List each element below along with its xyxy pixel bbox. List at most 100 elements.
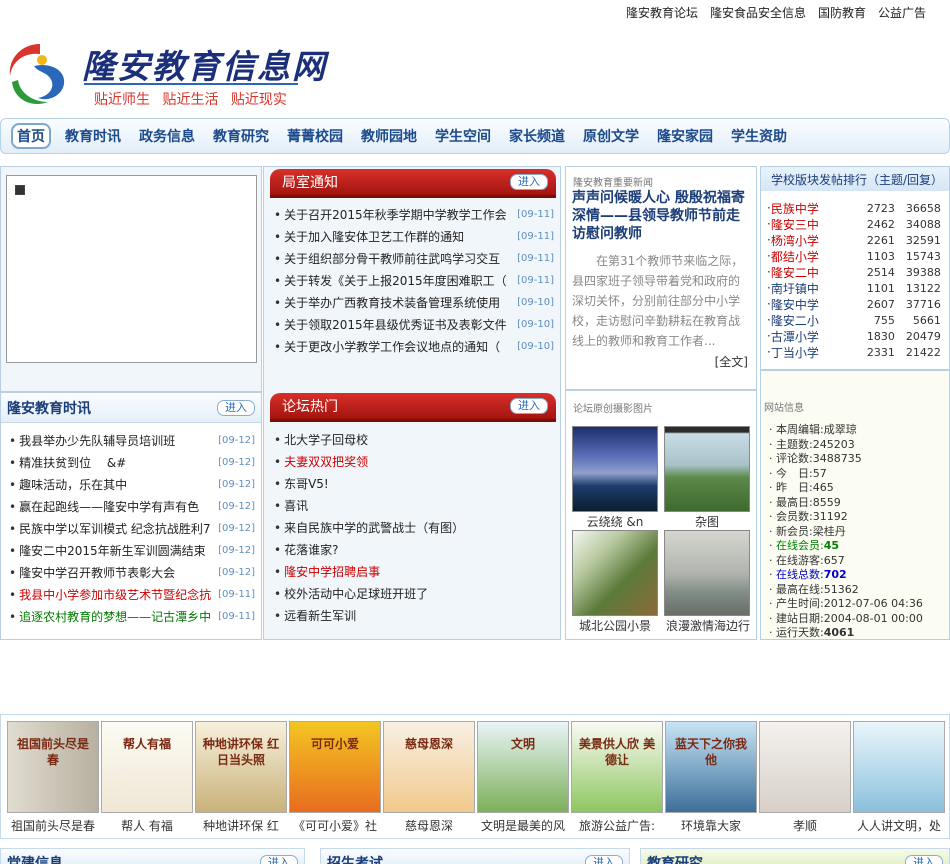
ranking-school-link[interactable]: 杨湾小学 (771, 232, 851, 249)
nav-item-1[interactable]: 教育时讯 (65, 126, 121, 146)
photo-1-caption[interactable]: 云绕绕 &n (572, 513, 658, 530)
gallery-image-5[interactable]: 文明 (477, 721, 569, 813)
top-link[interactable]: 国防教育 (818, 4, 866, 21)
nav-item-4[interactable]: 菁菁校园 (287, 126, 343, 146)
top-link[interactable]: 隆安食品安全信息 (710, 4, 806, 21)
photo-2[interactable] (664, 426, 750, 512)
news_time-item-link[interactable]: 我县举办少先队辅导员培训班 (9, 432, 175, 449)
forum-item-link[interactable]: 夫妻双双把奖领 (274, 453, 368, 470)
notice-item-link[interactable]: 关于领取2015年县级优秀证书及表彰文件 (274, 316, 507, 333)
news_time-item-link[interactable]: 趣味活动，乐在其中 (9, 476, 127, 493)
headline-body: 在第31个教师节来临之际，县四家班子领导带着党和政府的深切关怀，分别前往部分中小… (572, 254, 744, 348)
nav-item-2[interactable]: 政务信息 (139, 126, 195, 146)
ranking-school-link[interactable]: 隆安三中 (771, 216, 851, 233)
top-link[interactable]: 公益广告 (878, 4, 926, 21)
photo-1[interactable] (572, 426, 658, 512)
gallery-image-1[interactable]: 帮人有福 (101, 721, 193, 813)
gallery-image-2[interactable]: 种地讲环保 红日当头照 (195, 721, 287, 813)
gallery-caption-0[interactable]: 祖国前头尽是春 (5, 817, 101, 834)
forum-item-link[interactable]: 花落谁家? (274, 541, 338, 558)
bottom-research-enter-button[interactable]: 进入 (905, 855, 943, 864)
news_time-item-link[interactable]: 追逐农村教育的梦想——记古潭乡中 (9, 608, 211, 625)
gallery-image-9[interactable] (853, 721, 945, 813)
forum-item-link[interactable]: 北大学子回母校 (274, 431, 368, 448)
ranking-row: · 隆安三中 2462 34088 (767, 216, 941, 232)
gallery-caption-8[interactable]: 孝顺 (757, 817, 853, 834)
photo-4[interactable] (664, 530, 750, 616)
ranking-school-link[interactable]: 隆安二中 (771, 264, 851, 281)
gallery-caption-5[interactable]: 文明是最美的风 (475, 817, 571, 834)
nav-item-6[interactable]: 学生空间 (435, 126, 491, 146)
forum-item: 远看新生军训 (274, 604, 554, 626)
news_time-item-link[interactable]: 隆安中学召开教师节表彰大会 (9, 564, 175, 581)
notice-item-link[interactable]: 关于召开2015年秋季学期中学教学工作会 (274, 206, 507, 223)
nav-item-9[interactable]: 隆安家园 (657, 126, 713, 146)
gallery-strip: 祖国前头尽是春 祖国前头尽是春 帮人有福 帮人 有福 种地讲环保 红日当头照 种地讲环保 … (0, 714, 950, 839)
ranking-school-link[interactable]: 古潭小学 (771, 328, 851, 345)
forum-item-link[interactable]: 东哥V5! (274, 475, 329, 492)
ranking-replies: 5661 (912, 313, 941, 327)
site-info-text: 评论数:3488735 (776, 452, 862, 465)
news_time-item-link[interactable]: 赢在起跑线——隆安中学有声有色 (9, 498, 199, 515)
gallery-caption-9[interactable]: 人人讲文明，处 (851, 817, 947, 834)
forum-item-link[interactable]: 校外活动中心足球班开班了 (274, 585, 428, 602)
news_time-item-link[interactable]: 我县中小学参加市级艺术节暨纪念抗 (9, 586, 211, 603)
forum-item-link[interactable]: 远看新生军训 (274, 607, 356, 624)
headline-more-link[interactable]: [全文] (715, 353, 748, 370)
gallery-image-7[interactable]: 蓝天下之你我他 (665, 721, 757, 813)
news-time-enter-button[interactable]: 进入 (217, 399, 255, 416)
nav-item-3[interactable]: 教育研究 (213, 126, 269, 146)
ranking-replies: 36658 (905, 201, 941, 215)
notice-item-link[interactable]: 关于举办广西教育技术装备管理系统使用 (274, 294, 500, 311)
gallery-caption-4[interactable]: 慈母恩深 (381, 817, 477, 834)
photo-2-caption[interactable]: 杂图 (664, 513, 750, 530)
notice-item-link[interactable]: 关于组织部分骨干教师前往武鸣学习交互 (274, 250, 500, 267)
ranking-school-link[interactable]: 隆安二小 (771, 312, 851, 329)
photo-3[interactable] (572, 530, 658, 616)
gallery-caption-1[interactable]: 帮人 有福 (99, 817, 195, 834)
gallery-image-6[interactable]: 美景供人欣 美德让 (571, 721, 663, 813)
bottom-exam-enter-button[interactable]: 进入 (585, 855, 623, 864)
gallery-caption-3[interactable]: 《可可小爱》社 (287, 817, 383, 834)
photos-label: 论坛原创摄影图片 (573, 404, 653, 415)
gallery-image-0[interactable]: 祖国前头尽是春 (7, 721, 99, 813)
ranking-school-link[interactable]: 隆安中学 (771, 296, 851, 313)
news_time-item-link[interactable]: 民族中学以军训模式 纪念抗战胜利7 (9, 520, 210, 537)
site-info-text: 在线游客:657 (776, 553, 845, 567)
gallery-caption-2[interactable]: 种地讲环保 红 (193, 817, 289, 834)
top-link[interactable]: 隆安教育论坛 (626, 4, 698, 21)
notice-item-link[interactable]: 关于加入隆安体卫艺工作群的通知 (274, 228, 464, 245)
nav-item-7[interactable]: 家长频道 (509, 126, 565, 146)
gallery-caption-7[interactable]: 环境靠大家 (663, 817, 759, 834)
photo-3-caption[interactable]: 城北公园小景 (572, 617, 658, 634)
ranking-school-link[interactable]: 民族中学 (771, 200, 851, 217)
notice-item-link[interactable]: 关于转发《关于上报2015年度困难职工（ (274, 272, 507, 289)
gallery-image-8[interactable] (759, 721, 851, 813)
news_time-item-link[interactable]: 隆安二中2015年新生军训圆满结束 (9, 542, 206, 559)
photo-4-caption[interactable]: 浪漫激情海边行 (660, 617, 756, 634)
forum-item-link[interactable]: 隆安中学招聘启事 (274, 563, 380, 580)
site-info-text: 主题数:245203 (776, 437, 855, 451)
gallery-image-3[interactable]: 可可小爱 (289, 721, 381, 813)
notice-item-link[interactable]: 关于更改小学教学工作会议地点的通知（ (274, 338, 500, 355)
nav-item-8[interactable]: 原创文学 (583, 126, 639, 146)
notice-enter-button[interactable]: 进入 (510, 174, 548, 190)
headline-title[interactable]: 声声问候暖人心 殷殷祝福寄深情——县领导教师节前走访慰问教师 (572, 189, 752, 243)
ranking-school-link[interactable]: 丁当小学 (771, 344, 851, 361)
gallery-image-4[interactable]: 慈母恩深 (383, 721, 475, 813)
forum-item-link[interactable]: 喜讯 (274, 497, 308, 514)
nav-item-5[interactable]: 教师园地 (361, 126, 417, 146)
ranking-school-link[interactable]: 南圩镇中 (771, 280, 851, 297)
ranking-school-link[interactable]: 都结小学 (771, 248, 851, 265)
gallery-caption-6[interactable]: 旅游公益广告: (569, 817, 665, 834)
nav-item-0[interactable]: 首页 (11, 123, 51, 149)
bottom-party-enter-button[interactable]: 进入 (260, 855, 298, 864)
forum-header: 论坛热门 进入 (270, 393, 556, 419)
notice-item-date: [09-11] (517, 252, 554, 264)
logo-emblem-icon (9, 44, 65, 104)
site-logo[interactable]: 隆安教育信息网 贴近师生 贴近生活 贴近现实 (4, 36, 325, 110)
forum-item-link[interactable]: 来自民族中学的武警战士（有图） (274, 519, 464, 536)
news_time-item-link[interactable]: 精准扶贫到位 &# (9, 454, 126, 471)
nav-item-10[interactable]: 学生资助 (731, 126, 787, 146)
forum-enter-button[interactable]: 进入 (510, 398, 548, 414)
